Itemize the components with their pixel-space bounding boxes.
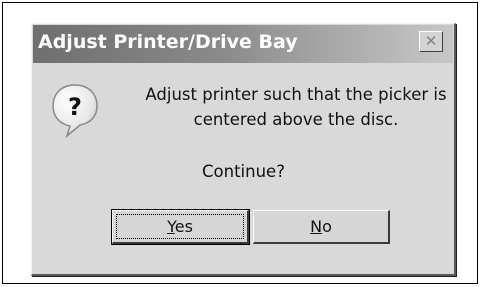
- no-label-rest: o: [322, 217, 332, 236]
- close-icon: ✕: [424, 32, 438, 50]
- question-icon: ?: [52, 84, 98, 138]
- close-button[interactable]: ✕: [419, 31, 443, 52]
- no-button-label: No: [310, 217, 332, 236]
- svg-text:?: ?: [68, 93, 82, 121]
- no-mnemonic: N: [310, 217, 323, 236]
- focus-rectangle: [116, 214, 244, 239]
- yes-button[interactable]: Yes: [111, 209, 250, 245]
- dialog-window: Adjust Printer/Drive Bay ✕ ? Adjust prin…: [31, 23, 456, 276]
- title-bar[interactable]: Adjust Printer/Drive Bay ✕: [33, 25, 453, 63]
- dialog-prompt: Continue?: [202, 162, 285, 181]
- dialog-title: Adjust Printer/Drive Bay: [38, 31, 298, 53]
- dialog-message: Adjust printer such that the picker is c…: [145, 85, 447, 129]
- no-button[interactable]: No: [253, 210, 390, 244]
